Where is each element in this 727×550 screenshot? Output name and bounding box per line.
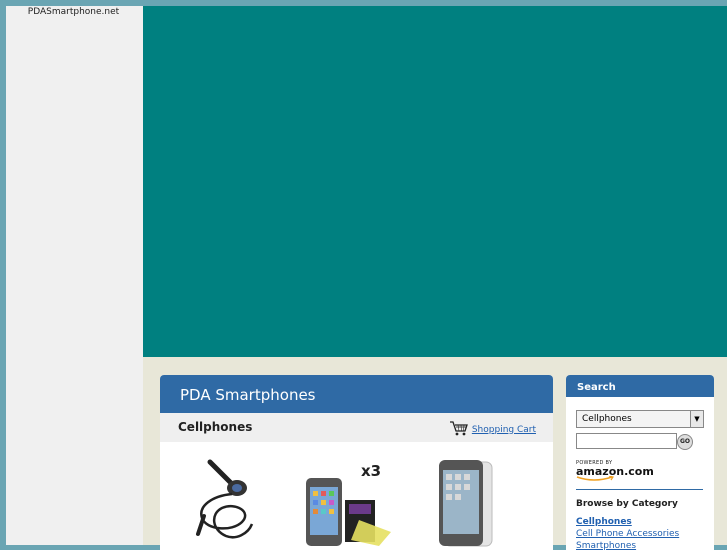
product-clear-case[interactable] [436, 460, 496, 550]
left-sidebar: PDASmartphone.net [6, 6, 143, 545]
banner [143, 6, 727, 357]
product-screen-protector[interactable]: x3 [303, 460, 395, 550]
search-input[interactable] [576, 433, 677, 449]
amazon-logo: POWERED BY amazon.com [576, 460, 654, 482]
chevron-down-icon[interactable]: ▼ [690, 411, 703, 427]
section-header: Cellphones Shopping Cart [160, 413, 553, 442]
category-link-smartphones[interactable]: Smartphones [576, 540, 679, 550]
product-car-charger[interactable] [192, 458, 262, 550]
section-title: Cellphones [178, 420, 253, 434]
product-grid: x3 [160, 442, 553, 550]
main-panel: PDA Smartphones Cellphones Shopping Cart [160, 375, 553, 550]
cart-label[interactable]: Shopping Cart [472, 425, 536, 435]
product-badge: x3 [361, 462, 381, 480]
site-name[interactable]: PDASmartphone.net [6, 7, 141, 17]
cart-icon [449, 420, 469, 439]
clear-case-image [439, 460, 493, 547]
search-panel: Search Cellphones ▼ GO POWERED BY amazon… [566, 375, 714, 550]
amazon-wordmark: amazon.com [576, 465, 654, 478]
divider [576, 489, 703, 490]
screen-protector-image: x3 [306, 462, 391, 546]
category-select-value: Cellphones [582, 414, 632, 424]
go-button[interactable]: GO [677, 434, 693, 450]
search-title: Search [566, 375, 714, 397]
category-link-cellphones[interactable]: Cellphones [576, 516, 679, 528]
shopping-cart-link[interactable]: Shopping Cart [449, 420, 536, 439]
car-charger-image [196, 459, 254, 539]
browse-title: Browse by Category [576, 499, 678, 509]
category-link-cell-phone-accessories[interactable]: Cell Phone Accessories [576, 528, 679, 540]
page-title: PDA Smartphones [160, 375, 553, 413]
category-select[interactable]: Cellphones ▼ [576, 410, 704, 428]
